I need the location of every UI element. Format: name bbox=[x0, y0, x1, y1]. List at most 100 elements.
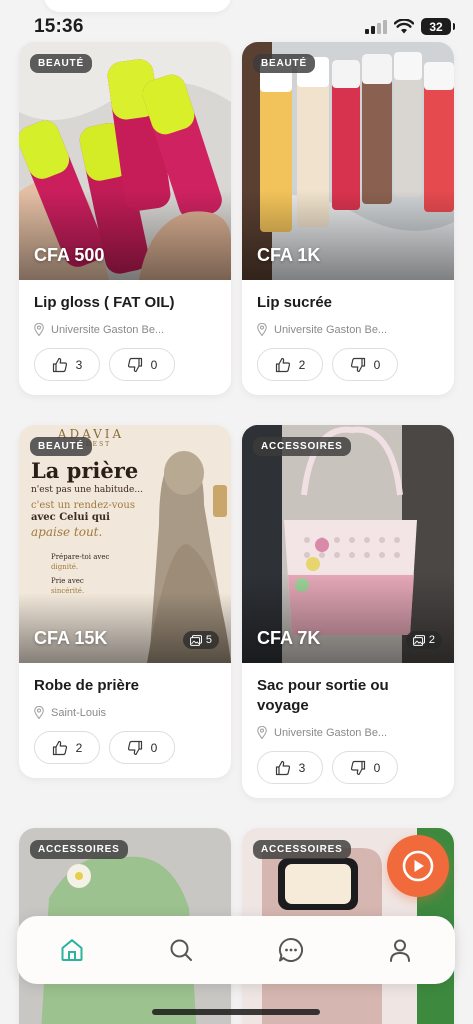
product-image[interactable]: ACCESSOIRES CFA 7K 2 bbox=[242, 425, 454, 663]
category-badge: ACCESSOIRES bbox=[253, 840, 351, 859]
product-location: Universite Gaston Be... bbox=[257, 323, 439, 336]
category-badge: BEAUTÉ bbox=[253, 54, 315, 73]
vote-row: 2 0 bbox=[34, 731, 216, 764]
product-price: CFA 7K bbox=[257, 628, 321, 648]
status-bar: 15:36 32 bbox=[0, 0, 473, 40]
dislike-button[interactable]: 0 bbox=[332, 751, 398, 784]
image-count: 5 bbox=[182, 631, 219, 649]
image-shade bbox=[242, 190, 454, 280]
gallery-icon bbox=[189, 634, 202, 646]
product-location: Universite Gaston Be... bbox=[34, 323, 216, 336]
chat-icon bbox=[278, 937, 303, 962]
home-indicator bbox=[152, 1009, 320, 1015]
product-price: CFA 500 bbox=[34, 245, 105, 265]
thumbs-up-icon bbox=[52, 740, 67, 755]
dislike-button[interactable]: 0 bbox=[332, 348, 398, 381]
vote-row: 2 0 bbox=[257, 348, 439, 381]
product-image[interactable]: BEAUTÉ CFA 1K bbox=[242, 42, 454, 280]
vote-row: 3 0 bbox=[257, 751, 439, 784]
vote-row: 3 0 bbox=[34, 348, 216, 381]
search-icon bbox=[170, 939, 193, 961]
poster-tip-1-a: Prépare-toi avec bbox=[51, 553, 110, 561]
category-badge: BEAUTÉ bbox=[30, 437, 92, 456]
like-button[interactable]: 3 bbox=[257, 751, 323, 784]
dislike-count: 0 bbox=[373, 357, 381, 372]
product-card[interactable]: BEAUTÉ CFA 500 Lip gloss ( FAT OIL) Univ… bbox=[19, 42, 231, 395]
nav-messages[interactable] bbox=[261, 920, 321, 980]
nav-profile[interactable] bbox=[370, 920, 430, 980]
dislike-count: 0 bbox=[373, 760, 381, 775]
thumbs-up-icon bbox=[52, 357, 67, 372]
poster-line-3: avec Celui qui bbox=[31, 512, 110, 523]
thumbs-up-icon bbox=[275, 760, 290, 775]
location-text: Universite Gaston Be... bbox=[274, 726, 388, 739]
card-body: Lip sucrée Universite Gaston Be... 2 0 bbox=[242, 280, 454, 395]
like-count: 2 bbox=[298, 357, 306, 372]
poster-line-1: n'est pas une habitude... bbox=[31, 485, 143, 495]
poster-headline: La prière bbox=[31, 458, 139, 483]
thumbs-down-icon bbox=[127, 740, 142, 755]
product-title[interactable]: Lip gloss ( FAT OIL) bbox=[34, 293, 216, 313]
dislike-button[interactable]: 0 bbox=[109, 731, 175, 764]
like-count: 2 bbox=[75, 740, 83, 755]
play-icon bbox=[402, 850, 434, 882]
location-text: Saint-Louis bbox=[51, 706, 107, 719]
status-time: 15:36 bbox=[34, 16, 84, 37]
image-shade bbox=[242, 573, 454, 663]
image-shade bbox=[19, 190, 231, 280]
category-badge: ACCESSOIRES bbox=[253, 437, 351, 456]
product-title[interactable]: Sac pour sortie ou voyage bbox=[257, 676, 439, 716]
poster-line-2: c'est un rendez-vous bbox=[31, 500, 136, 511]
play-button[interactable] bbox=[387, 835, 449, 897]
card-body: Lip gloss ( FAT OIL) Universite Gaston B… bbox=[19, 280, 231, 395]
location-pin-icon bbox=[257, 726, 267, 739]
status-icons: 32 bbox=[365, 18, 455, 35]
product-title[interactable]: Robe de prière bbox=[34, 676, 216, 696]
card-body: Sac pour sortie ou voyage Universite Gas… bbox=[242, 663, 454, 798]
product-price: CFA 15K bbox=[34, 628, 108, 648]
bottom-nav bbox=[17, 916, 455, 984]
gallery-icon bbox=[412, 634, 425, 646]
thumbs-up-icon bbox=[275, 357, 290, 372]
product-price: CFA 1K bbox=[257, 245, 321, 265]
dislike-count: 0 bbox=[150, 740, 158, 755]
product-location: Universite Gaston Be... bbox=[257, 726, 439, 739]
image-count-text: 2 bbox=[428, 634, 435, 646]
poster-tip-1-b: dignité. bbox=[51, 563, 79, 571]
like-count: 3 bbox=[298, 760, 306, 775]
location-text: Universite Gaston Be... bbox=[51, 323, 165, 336]
thumbs-down-icon bbox=[127, 357, 142, 372]
location-pin-icon bbox=[257, 323, 267, 336]
image-count-text: 5 bbox=[205, 634, 212, 646]
category-badge: ACCESSOIRES bbox=[30, 840, 128, 859]
poster-tip-1: Prépare-toi avec dignité. bbox=[31, 552, 161, 572]
poster-line-4: apaise tout. bbox=[31, 525, 103, 539]
nav-search[interactable] bbox=[151, 920, 211, 980]
product-image[interactable]: BEAUTÉ CFA 500 bbox=[19, 42, 231, 280]
product-card[interactable]: ADAVIA MODEST La prière n'est pas une ha… bbox=[19, 425, 231, 778]
product-card[interactable]: ACCESSOIRES CFA 7K 2 Sac pour sortie ou … bbox=[242, 425, 454, 798]
thumbs-down-icon bbox=[350, 357, 365, 372]
poster-tip-2-a: Prie avec bbox=[51, 577, 84, 585]
dislike-button[interactable]: 0 bbox=[109, 348, 175, 381]
like-count: 3 bbox=[75, 357, 83, 372]
like-button[interactable]: 2 bbox=[257, 348, 323, 381]
nav-home[interactable] bbox=[42, 920, 102, 980]
product-title[interactable]: Lip sucrée bbox=[257, 293, 439, 313]
home-icon bbox=[61, 939, 83, 961]
dislike-count: 0 bbox=[150, 357, 158, 372]
signal-icon bbox=[365, 19, 387, 34]
like-button[interactable]: 2 bbox=[34, 731, 100, 764]
product-card[interactable]: BEAUTÉ CFA 1K Lip sucrée Universite Gast… bbox=[242, 42, 454, 395]
location-pin-icon bbox=[34, 706, 44, 719]
category-badge: BEAUTÉ bbox=[30, 54, 92, 73]
location-text: Universite Gaston Be... bbox=[274, 323, 388, 336]
product-location: Saint-Louis bbox=[34, 706, 216, 719]
profile-icon bbox=[390, 939, 411, 962]
image-count: 2 bbox=[405, 631, 442, 649]
product-image[interactable]: ADAVIA MODEST La prière n'est pas une ha… bbox=[19, 425, 231, 663]
thumbs-down-icon bbox=[350, 760, 365, 775]
card-body: Robe de prière Saint-Louis 2 0 bbox=[19, 663, 231, 778]
wifi-icon bbox=[394, 19, 414, 34]
like-button[interactable]: 3 bbox=[34, 348, 100, 381]
